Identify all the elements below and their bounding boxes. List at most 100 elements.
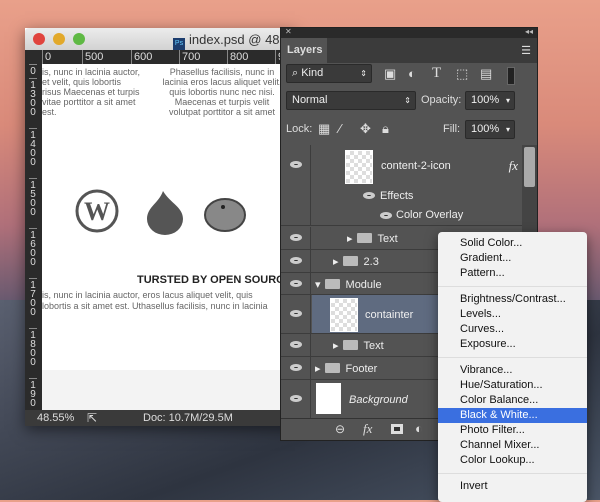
folder-open-icon [324, 279, 340, 289]
layer-name: content-2-icon [381, 160, 451, 172]
blend-label: Normal [292, 94, 328, 106]
lock-all-icon[interactable]: 🔒︎ [382, 121, 389, 137]
chevron-down-icon[interactable]: ▾ [506, 121, 510, 138]
expand-arrow-icon[interactable]: ▸ [315, 363, 321, 375]
horizontal-ruler[interactable]: 0 500 600 700 800 9 [25, 50, 295, 64]
pixel-filter-icon[interactable]: ▣ [384, 66, 396, 82]
menu-item[interactable]: Color Balance... [438, 393, 587, 408]
menu-item[interactable]: Hue/Saturation... [438, 378, 587, 393]
fill-input[interactable]: 100% ▾ [465, 120, 515, 139]
status-bar: 48.55% ⇱ Doc: 10.7M/29.5M [25, 410, 295, 426]
ruler-label: 1500 [29, 178, 37, 228]
menu-item[interactable]: Brightness/Contrast... [438, 292, 587, 307]
menu-item[interactable]: Photo Filter... [438, 423, 587, 438]
shape-filter-icon[interactable]: ⬚ [456, 66, 468, 82]
menu-item[interactable]: Exposure... [438, 337, 587, 352]
collapse-icon[interactable]: ◂◂ [525, 27, 533, 36]
scroll-thumb[interactable] [524, 147, 535, 187]
menu-item[interactable]: Black & White... [438, 408, 587, 423]
ruler-label: 1700 [29, 278, 37, 328]
add-style-icon[interactable]: fx [363, 421, 372, 437]
ruler-label: 1600 [29, 228, 37, 278]
visibility-eye-icon[interactable] [363, 192, 375, 199]
ruler-label: 700 [179, 50, 200, 64]
adjustment-menu: Solid Color... Gradient... Pattern... Brigh… [438, 232, 587, 502]
expand-arrow-icon[interactable]: ▸ [333, 256, 339, 268]
menu-separator [438, 357, 587, 358]
type-filter-icon[interactable]: T [432, 65, 441, 82]
visibility-eye-icon[interactable] [290, 161, 302, 168]
close-panel-icon[interactable]: ✕ [285, 27, 292, 36]
menu-item[interactable]: Channel Mixer... [438, 438, 587, 453]
menu-item[interactable]: Color Lookup... [438, 453, 587, 468]
effect-row[interactable]: Color Overlay [281, 206, 522, 226]
visibility-eye-icon[interactable] [290, 364, 302, 371]
effects-row[interactable]: Effects [281, 187, 522, 206]
folder-icon [356, 233, 372, 243]
lock-transparent-icon[interactable]: ▦ [318, 121, 330, 137]
adjustment-filter-icon[interactable]: ◐ [408, 66, 416, 81]
effects-icon[interactable]: fx [509, 158, 518, 174]
layer-name: Footer [345, 363, 378, 375]
footer-area [42, 370, 295, 410]
layer-thumbnail [316, 383, 341, 414]
lock-label: Lock: [286, 123, 313, 135]
vertical-ruler[interactable]: 0 1300 1400 1500 1600 1700 1800 190 [25, 64, 42, 410]
photoshop-file-icon: Ps [173, 38, 185, 50]
layer-row[interactable]: content-2-icon fx [281, 145, 522, 187]
share-icon[interactable]: ⇱ [87, 410, 97, 426]
menu-item[interactable]: Gradient... [438, 251, 587, 266]
lock-brush-icon[interactable]: ⁄ [339, 121, 341, 136]
visibility-eye-icon[interactable] [290, 310, 302, 317]
blend-mode-select[interactable]: Normal ⇕ [286, 91, 416, 110]
canvas-text: is, nunc in lacinia auctor, et velit, qu… [42, 67, 141, 117]
filter-kind-select[interactable]: ⌕ Kind ⇕ [286, 64, 372, 83]
expand-arrow-icon[interactable]: ▸ [333, 340, 339, 352]
lock-move-icon[interactable]: ✥ [360, 121, 371, 137]
window-title: index.psd @ 48 [189, 32, 280, 47]
menu-item[interactable]: Pattern... [438, 266, 587, 281]
menu-item[interactable]: Curves... [438, 322, 587, 337]
fill-label: Fill: [443, 123, 461, 135]
layer-name: Effects [380, 190, 414, 202]
panel-menu-icon[interactable]: ☰ [521, 44, 531, 57]
visibility-eye-icon[interactable] [290, 341, 302, 348]
menu-item[interactable]: Invert [438, 479, 587, 494]
mask-icon[interactable] [391, 424, 403, 434]
tab-layers[interactable]: Layers [281, 38, 327, 63]
expand-arrow-icon[interactable]: ▸ [347, 233, 353, 245]
zoom-level[interactable]: 48.55% [37, 410, 74, 426]
adjustment-layer-icon[interactable]: ◐ [415, 421, 423, 436]
svg-text:W: W [84, 197, 110, 226]
minimize-button[interactable] [53, 33, 65, 45]
opacity-input[interactable]: 100% ▾ [465, 91, 515, 110]
section-heading: TURSTED BY OPEN SOURCE [137, 274, 292, 286]
menu-item[interactable]: Solid Color... [438, 236, 587, 251]
title-bar: Ps index.psd @ 48 [25, 28, 295, 50]
zoom-button[interactable] [73, 33, 85, 45]
visibility-eye-icon[interactable] [290, 257, 302, 264]
ruler-label: 1800 [29, 328, 37, 378]
menu-item[interactable]: Levels... [438, 307, 587, 322]
visibility-eye-icon[interactable] [290, 280, 302, 287]
collapse-arrow-icon[interactable]: ▾ [315, 279, 321, 291]
layer-name: containter [365, 309, 414, 321]
ruler-label: 1300 [29, 78, 37, 128]
link-icon[interactable]: ⊖ [335, 422, 345, 436]
ruler-label: 0 [29, 64, 37, 77]
doc-size[interactable]: Doc: 10.7M/29.5M [143, 410, 233, 426]
canvas-text: is, nunc in lacinia auctor, eros lacus a… [42, 290, 268, 311]
folder-icon [342, 340, 358, 350]
visibility-eye-icon[interactable] [290, 395, 302, 402]
opacity-value: 100% [471, 94, 500, 106]
smart-object-filter-icon[interactable]: ▤ [480, 66, 492, 82]
filter-toggle[interactable] [507, 67, 515, 85]
close-button[interactable] [33, 33, 45, 45]
ruler-label: 600 [131, 50, 152, 64]
menu-item[interactable]: Vibrance... [438, 363, 587, 378]
visibility-eye-icon[interactable] [380, 212, 392, 219]
visibility-eye-icon[interactable] [290, 234, 302, 241]
layer-thumbnail [345, 150, 373, 184]
canvas[interactable]: is, nunc in lacinia auctor, et velit, qu… [42, 64, 295, 410]
chevron-down-icon[interactable]: ▾ [506, 92, 510, 109]
